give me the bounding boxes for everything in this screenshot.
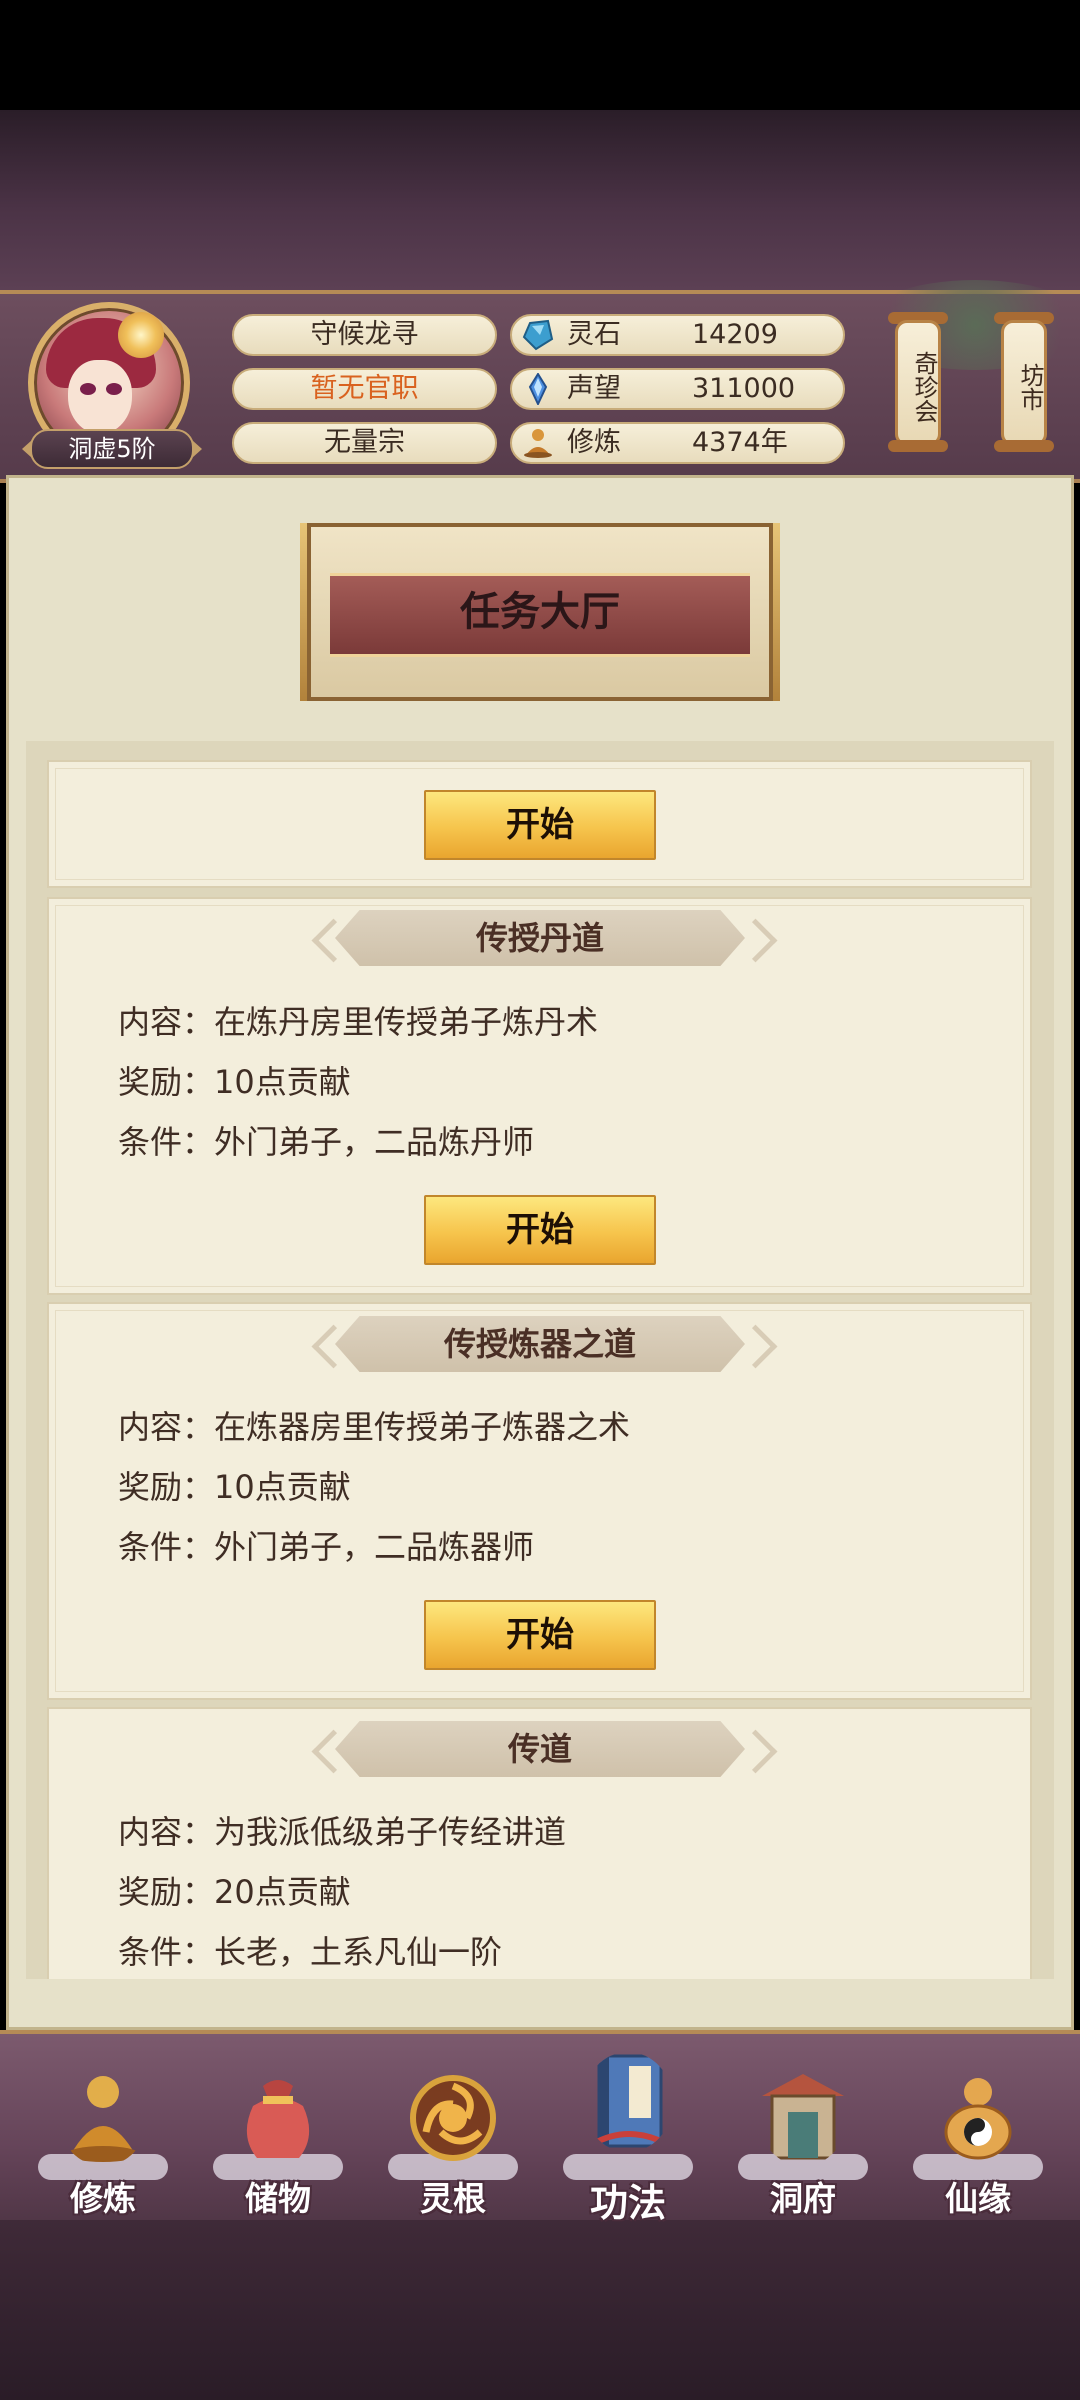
scroll-cap bbox=[994, 440, 1054, 452]
scenery-backdrop bbox=[0, 110, 1080, 290]
stat-spirit-stone: 灵石 14209 bbox=[510, 314, 845, 356]
task-content: 内容：为我派低级弟子传经讲道 bbox=[118, 1813, 567, 1851]
task-content: 内容：在炼丹房里传授弟子炼丹术 bbox=[118, 1003, 599, 1041]
avatar-eye bbox=[106, 383, 122, 395]
stat-cultivation: 修炼 4374年 bbox=[510, 422, 845, 464]
task-reward: 奖励：10点贡献 bbox=[118, 1468, 351, 1506]
nav-label: 功法 bbox=[589, 2181, 666, 2225]
task-condition: 条件：外门弟子，二品炼丹师 bbox=[118, 1123, 535, 1161]
page-title: 任务大厅 bbox=[460, 589, 620, 635]
technique-book-icon bbox=[591, 2054, 669, 2148]
official-position: 暂无官职 bbox=[232, 368, 497, 410]
avatar-face bbox=[68, 360, 132, 434]
flower-ornament-icon bbox=[118, 312, 164, 358]
prestige-crystal-icon bbox=[528, 373, 548, 405]
scroll-cap bbox=[888, 440, 948, 452]
task-title: 传道 bbox=[335, 1721, 745, 1777]
nav-storage[interactable]: 储物 bbox=[203, 2060, 353, 2230]
avatar-eye bbox=[80, 383, 96, 395]
cultivate-icon bbox=[67, 2076, 139, 2162]
nav-label: 仙缘 bbox=[945, 2179, 1011, 2218]
nav-label: 储物 bbox=[245, 2179, 311, 2218]
nav-label: 灵根 bbox=[420, 2179, 486, 2218]
start-button[interactable]: 开始 bbox=[424, 790, 656, 860]
status-bar-area bbox=[0, 0, 1080, 110]
spirit-stone-icon bbox=[522, 319, 554, 351]
stat-value: 311000 bbox=[692, 373, 796, 404]
immortal-fate-icon bbox=[944, 2078, 1012, 2160]
stat-label: 修炼 bbox=[567, 427, 621, 458]
nav-label: 洞府 bbox=[770, 2179, 836, 2218]
storage-bag-icon bbox=[246, 2080, 310, 2158]
nav-label: 修炼 bbox=[70, 2179, 136, 2218]
stat-value: 14209 bbox=[692, 319, 778, 350]
meditation-icon bbox=[524, 429, 552, 458]
task-title: 传授炼器之道 bbox=[335, 1316, 745, 1372]
nav-cultivate[interactable]: 修炼 bbox=[28, 2060, 178, 2230]
nav-cave-dwelling[interactable]: 洞府 bbox=[728, 2060, 878, 2230]
start-button[interactable]: 开始 bbox=[424, 1195, 656, 1265]
nav-immortal-fate[interactable]: 仙缘 bbox=[903, 2060, 1053, 2230]
rare-treasure-button[interactable]: 奇珍会 bbox=[895, 320, 941, 446]
task-condition: 条件：长老，土系凡仙一阶 bbox=[118, 1933, 503, 1971]
rank-badge: 洞虚5阶 bbox=[22, 429, 202, 469]
spirit-root-icon bbox=[410, 2075, 496, 2161]
task-reward: 奖励：20点贡献 bbox=[118, 1873, 351, 1911]
stat-label: 声望 bbox=[567, 373, 621, 404]
cave-dwelling-icon bbox=[762, 2074, 844, 2160]
pine-tree-decoration bbox=[860, 280, 1080, 370]
task-content: 内容：在炼器房里传授弟子炼器之术 bbox=[118, 1408, 631, 1446]
market-button[interactable]: 坊市 bbox=[1001, 320, 1047, 446]
sect-name: 无量宗 bbox=[232, 422, 497, 464]
bottom-backdrop bbox=[0, 2220, 1080, 2400]
nav-spirit-root[interactable]: 灵根 bbox=[378, 2060, 528, 2230]
stat-value: 4374年 bbox=[692, 427, 788, 458]
task-title: 传授丹道 bbox=[335, 910, 745, 966]
start-button[interactable]: 开始 bbox=[424, 1600, 656, 1670]
stat-label: 灵石 bbox=[567, 319, 621, 350]
task-condition: 条件：外门弟子，二品炼器师 bbox=[118, 1528, 535, 1566]
player-name: 守候龙寻 bbox=[232, 314, 497, 356]
nav-technique[interactable]: 功法 bbox=[553, 2040, 703, 2225]
task-reward: 奖励：10点贡献 bbox=[118, 1063, 351, 1101]
stat-prestige: 声望 311000 bbox=[510, 368, 845, 410]
